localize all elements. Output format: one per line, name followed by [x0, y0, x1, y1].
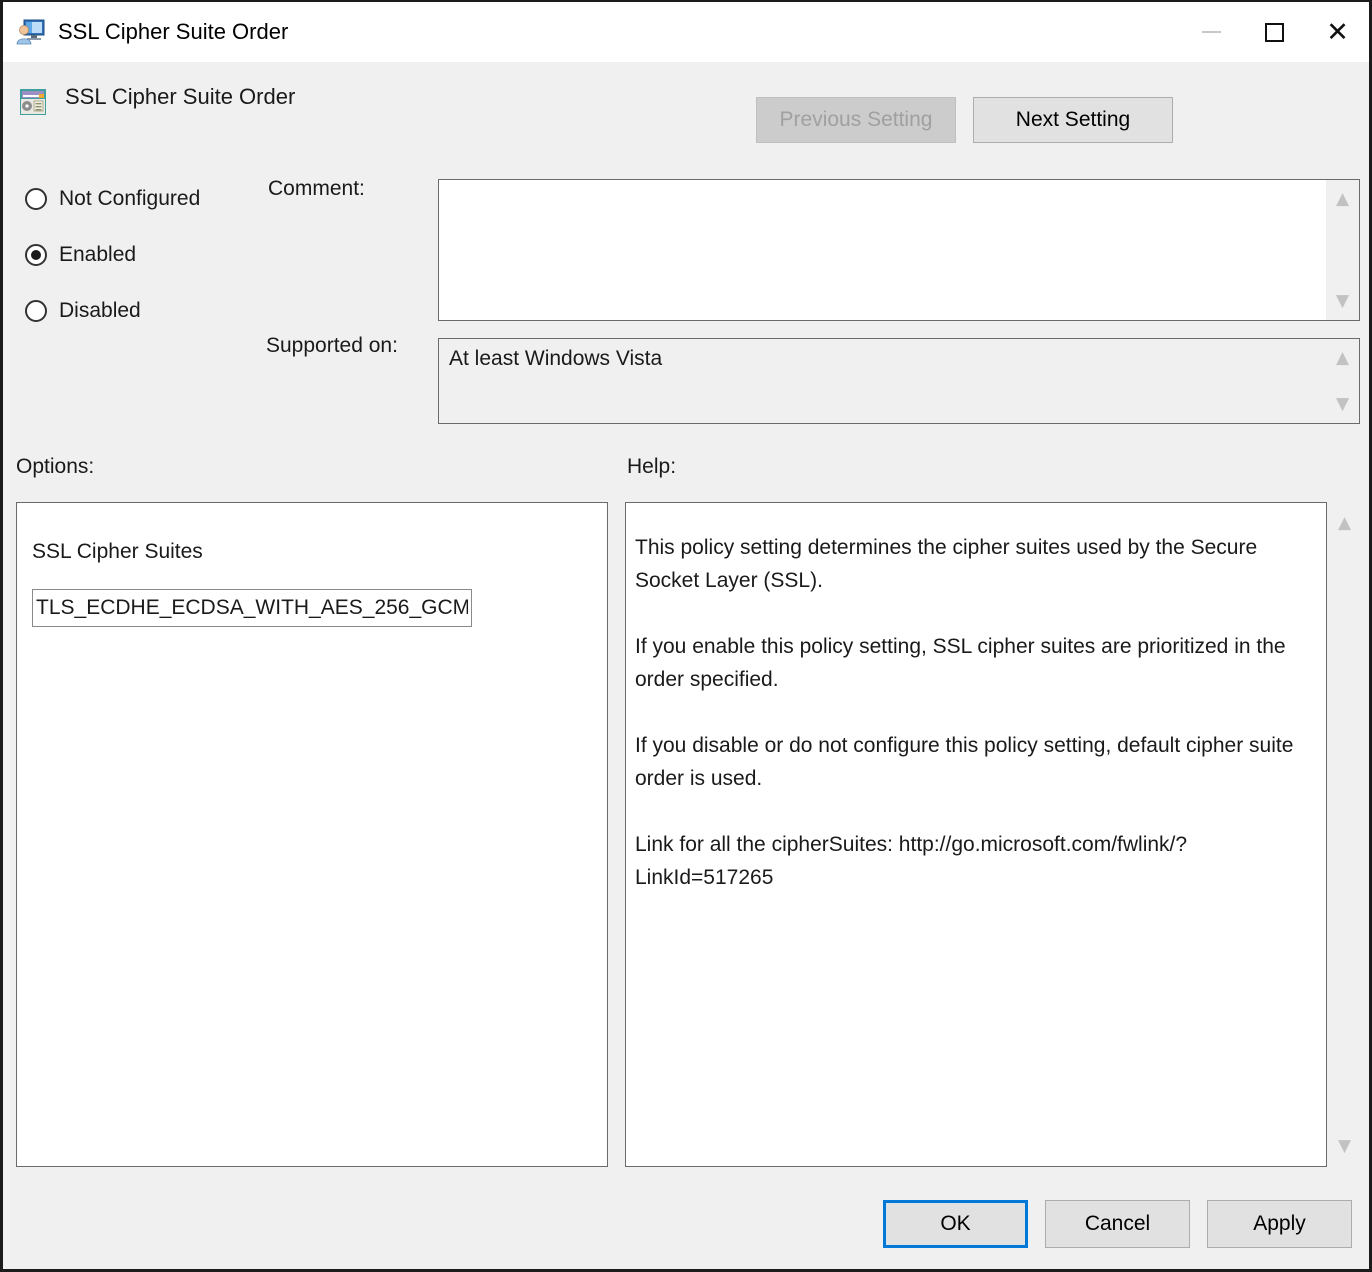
radio-circle-not-configured — [25, 188, 47, 210]
window-title: SSL Cipher Suite Order — [58, 19, 288, 45]
help-panel: This policy setting determines the ciphe… — [625, 502, 1327, 1167]
ssl-cipher-suite-order-dialog: SSL Cipher Suite Order ✕ — [0, 0, 1372, 1272]
radio-label-not-configured: Not Configured — [59, 187, 200, 211]
chevron-down-icon[interactable]: ▼ — [1326, 288, 1359, 314]
close-button[interactable]: ✕ — [1306, 2, 1369, 62]
options-label: Options: — [16, 455, 94, 479]
supported-on-label: Supported on: — [266, 334, 398, 358]
chevron-down-icon[interactable]: ▼ — [1328, 1133, 1361, 1159]
group-policy-setting-icon — [19, 88, 47, 116]
radio-not-configured[interactable]: Not Configured — [25, 187, 200, 211]
policy-user-monitor-icon — [16, 18, 46, 46]
chevron-up-icon[interactable]: ▲ — [1328, 510, 1361, 536]
maximize-icon — [1265, 23, 1284, 42]
minimize-button[interactable] — [1180, 2, 1243, 62]
ssl-cipher-suites-label: SSL Cipher Suites — [32, 540, 203, 564]
radio-label-disabled: Disabled — [59, 299, 141, 323]
comment-textarea[interactable]: ▲ ▼ — [438, 179, 1360, 321]
comment-label: Comment: — [268, 177, 365, 201]
radio-label-enabled: Enabled — [59, 243, 136, 267]
radio-circle-disabled — [25, 300, 47, 322]
comment-value[interactable] — [439, 180, 1326, 320]
help-label: Help: — [627, 455, 676, 479]
setting-title: SSL Cipher Suite Order — [65, 84, 295, 110]
supported-on-value: At least Windows Vista — [439, 339, 1326, 423]
options-panel: SSL Cipher Suites — [16, 502, 608, 1167]
radio-circle-enabled — [25, 244, 47, 266]
help-scrollbar[interactable]: ▲ ▼ — [1328, 502, 1361, 1167]
next-setting-button[interactable]: Next Setting — [973, 97, 1173, 143]
title-bar: SSL Cipher Suite Order ✕ — [3, 2, 1369, 62]
previous-setting-button[interactable]: Previous Setting — [756, 97, 956, 143]
cancel-button[interactable]: Cancel — [1045, 1200, 1190, 1248]
supported-on-scrollbar[interactable]: ▲ ▼ — [1326, 339, 1359, 423]
cancel-label: Cancel — [1085, 1212, 1150, 1236]
ok-button[interactable]: OK — [883, 1200, 1028, 1248]
help-text: This policy setting determines the ciphe… — [635, 531, 1316, 894]
minimize-icon — [1202, 31, 1221, 33]
maximize-button[interactable] — [1243, 2, 1306, 62]
apply-button[interactable]: Apply — [1207, 1200, 1352, 1248]
close-icon: ✕ — [1326, 19, 1349, 46]
apply-label: Apply — [1253, 1212, 1306, 1236]
next-setting-label: Next Setting — [1016, 108, 1130, 132]
help-paragraph: If you enable this policy setting, SSL c… — [635, 630, 1316, 696]
help-paragraph: Link for all the cipherSuites: http://go… — [635, 828, 1316, 894]
chevron-up-icon[interactable]: ▲ — [1326, 345, 1359, 371]
ssl-cipher-suites-input[interactable] — [32, 589, 472, 627]
radio-disabled[interactable]: Disabled — [25, 299, 141, 323]
help-paragraph: This policy setting determines the ciphe… — [635, 531, 1316, 597]
comment-scrollbar[interactable]: ▲ ▼ — [1326, 180, 1359, 320]
help-paragraph: If you disable or do not configure this … — [635, 729, 1316, 795]
window-controls: ✕ — [1180, 2, 1369, 62]
previous-setting-label: Previous Setting — [780, 108, 933, 132]
radio-enabled[interactable]: Enabled — [25, 243, 136, 267]
supported-on-textarea: At least Windows Vista ▲ ▼ — [438, 338, 1360, 424]
chevron-up-icon[interactable]: ▲ — [1326, 186, 1359, 212]
chevron-down-icon[interactable]: ▼ — [1326, 391, 1359, 417]
ok-label: OK — [940, 1212, 970, 1236]
